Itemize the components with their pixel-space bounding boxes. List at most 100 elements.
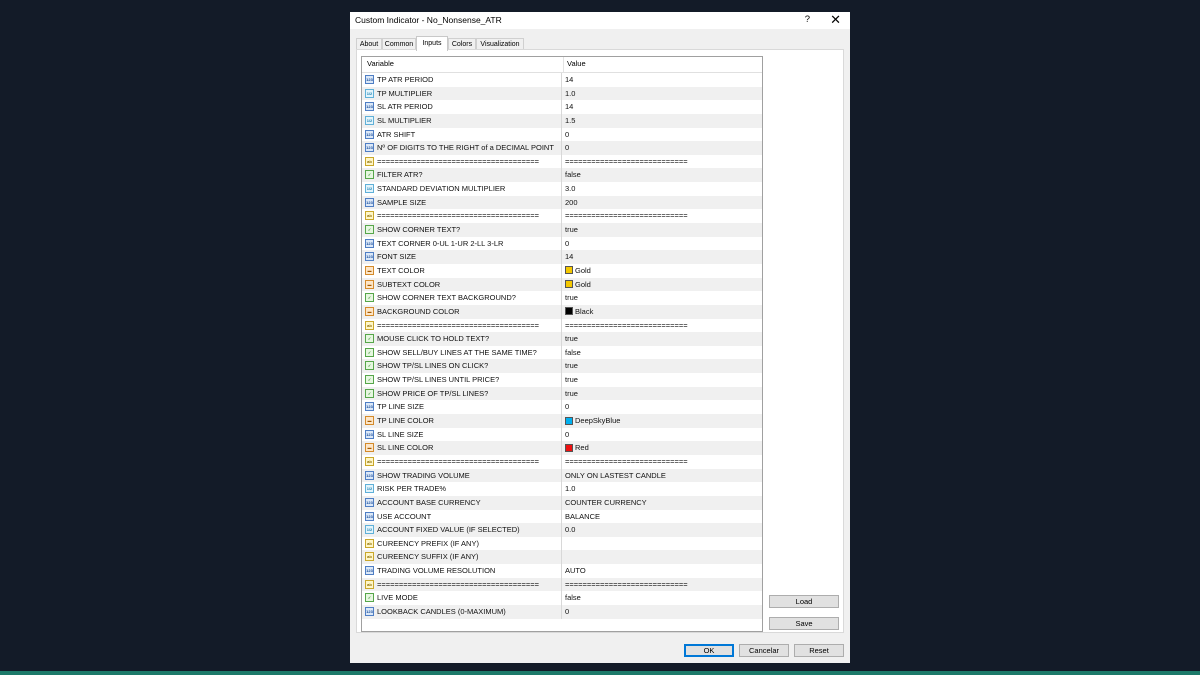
color-type-icon: ▬	[365, 279, 374, 289]
table-row[interactable]: ▬ SL LINE COLOR Red	[362, 441, 762, 455]
table-row[interactable]: 123 ATR SHIFT 0	[362, 127, 762, 142]
table-row[interactable]: ▬ SUBTEXT COLOR Gold	[362, 277, 762, 292]
value-cell[interactable]: ============================	[564, 319, 762, 333]
table-row[interactable]: 123 SL ATR PERIOD 14	[362, 100, 762, 114]
tab-inputs[interactable]: Inputs	[416, 36, 448, 51]
string-type-icon: ab	[365, 456, 374, 466]
table-row[interactable]: 1/2 ACCOUNT FIXED VALUE (IF SELECTED) 0.0	[362, 523, 762, 537]
table-row[interactable]: ab CUREENCY PREFIX (IF ANY)	[362, 536, 762, 551]
value-text: false	[565, 347, 581, 357]
column-divider[interactable]	[563, 57, 564, 72]
value-cell[interactable]: Gold	[564, 264, 762, 278]
table-row[interactable]: ✓ SHOW TP/SL LINES ON CLICK? true	[362, 359, 762, 374]
reset-button[interactable]: Reset	[794, 644, 844, 657]
table-row[interactable]: 1/2 SL MULTIPLIER 1.5	[362, 113, 762, 128]
value-cell[interactable]: 0	[564, 428, 762, 442]
value-cell[interactable]: Black	[564, 305, 762, 319]
table-row[interactable]: ▬ TP LINE COLOR DeepSkyBlue	[362, 414, 762, 428]
value-cell[interactable]: COUNTER CURRENCY	[564, 496, 762, 510]
value-cell[interactable]: false	[564, 591, 762, 605]
value-cell[interactable]: false	[564, 168, 762, 182]
value-cell[interactable]: ONLY ON LASTEST CANDLE	[564, 469, 762, 483]
value-cell[interactable]: AUTO	[564, 564, 762, 578]
value-cell[interactable]: Gold	[564, 278, 762, 292]
table-row[interactable]: ab ===================================== =…	[362, 454, 762, 469]
table-row[interactable]: ✓ SHOW PRICE OF TP/SL LINES? true	[362, 386, 762, 401]
variable-label: TRADING VOLUME RESOLUTION	[377, 566, 496, 576]
value-cell[interactable]: 0.0	[564, 523, 762, 537]
table-row[interactable]: 123 SHOW TRADING VOLUME ONLY ON LASTEST CA…	[362, 468, 762, 483]
value-cell[interactable]: 0	[564, 128, 762, 142]
value-cell[interactable]: ============================	[564, 578, 762, 592]
column-header-variable[interactable]: Variable	[367, 59, 394, 68]
value-cell[interactable]: 0	[564, 237, 762, 251]
table-row[interactable]: ✓ SHOW TP/SL LINES UNTIL PRICE? true	[362, 373, 762, 387]
table-row[interactable]: ✓ LIVE MODE false	[362, 591, 762, 605]
value-cell[interactable]: ============================	[564, 155, 762, 169]
value-cell[interactable]: 14	[564, 100, 762, 114]
ok-button[interactable]: OK	[684, 644, 734, 657]
table-row[interactable]: 123 LOOKBACK CANDLES (0-MAXIMUM) 0	[362, 604, 762, 619]
value-text: 0	[565, 143, 570, 153]
table-row[interactable]: 123 FONT SIZE 14	[362, 250, 762, 264]
table-row[interactable]: ab ===================================== =…	[362, 318, 762, 333]
value-cell[interactable]: true	[564, 223, 762, 237]
table-row[interactable]: ▬ BACKGROUND COLOR Black	[362, 304, 762, 319]
value-cell[interactable]: 0	[564, 141, 762, 155]
integer-type-icon: 123	[365, 129, 374, 139]
table-row[interactable]: ✓ FILTER ATR? false	[362, 168, 762, 183]
save-button[interactable]: Save	[769, 617, 839, 630]
value-cell[interactable]: 1.0	[564, 482, 762, 496]
table-row[interactable]: 1/2 STANDARD DEVIATION MULTIPLIER 3.0	[362, 182, 762, 196]
table-row[interactable]: ✓ MOUSE CLICK TO HOLD TEXT? true	[362, 332, 762, 346]
value-cell[interactable]: true	[564, 359, 762, 373]
value-text: ============================	[565, 320, 688, 330]
value-cell[interactable]: 0	[564, 400, 762, 414]
cancel-button[interactable]: Cancelar	[739, 644, 789, 657]
value-cell[interactable]: ============================	[564, 209, 762, 223]
value-cell[interactable]: Red	[564, 441, 762, 455]
value-cell[interactable]: BALANCE	[564, 510, 762, 524]
value-text: 0	[565, 402, 570, 412]
table-row[interactable]: ▬ TEXT COLOR Gold	[362, 263, 762, 278]
table-row[interactable]: 123 USE ACCOUNT BALANCE	[362, 509, 762, 524]
value-cell[interactable]	[564, 537, 762, 551]
value-cell[interactable]: 3.0	[564, 182, 762, 196]
value-cell[interactable]: true	[564, 291, 762, 305]
table-row[interactable]: ✓ SHOW CORNER TEXT? true	[362, 223, 762, 237]
table-row[interactable]: 123 TP ATR PERIOD 14	[362, 73, 762, 87]
value-cell[interactable]: 0	[564, 605, 762, 619]
value-cell[interactable]: 14	[564, 73, 762, 87]
load-button[interactable]: Load	[769, 595, 839, 608]
value-cell[interactable]: DeepSkyBlue	[564, 414, 762, 428]
table-row[interactable]: 1/2 RISK PER TRADE% 1.0	[362, 482, 762, 496]
value-cell[interactable]: 1.5	[564, 114, 762, 128]
value-cell[interactable]: ============================	[564, 455, 762, 469]
variable-label: SL ATR PERIOD	[377, 102, 433, 112]
table-row[interactable]: 123 SAMPLE SIZE 200	[362, 195, 762, 210]
table-row[interactable]: ab ===================================== =…	[362, 577, 762, 592]
table-row[interactable]: ab ===================================== =…	[362, 209, 762, 224]
value-cell[interactable]: true	[564, 387, 762, 401]
close-button[interactable]: ✕	[830, 12, 841, 28]
table-row[interactable]: ✓ SHOW SELL/BUY LINES AT THE SAME TIME? fa…	[362, 345, 762, 360]
table-row[interactable]: 123 SL LINE SIZE 0	[362, 427, 762, 442]
value-cell[interactable]: 200	[564, 196, 762, 210]
value-cell[interactable]: true	[564, 373, 762, 387]
table-row[interactable]: 123 ACCOUNT BASE CURRENCY COUNTER CURRENCY	[362, 495, 762, 510]
column-header-value[interactable]: Value	[567, 59, 586, 68]
table-row[interactable]: 1/2 TP MULTIPLIER 1.0	[362, 86, 762, 101]
value-cell[interactable]: true	[564, 332, 762, 346]
value-cell[interactable]: 14	[564, 250, 762, 264]
value-cell[interactable]	[564, 550, 762, 564]
table-row[interactable]: ✓ SHOW CORNER TEXT BACKGROUND? true	[362, 291, 762, 305]
table-row[interactable]: 123 TRADING VOLUME RESOLUTION AUTO	[362, 564, 762, 578]
table-row[interactable]: 123 TP LINE SIZE 0	[362, 400, 762, 415]
table-row[interactable]: ab ===================================== =…	[362, 154, 762, 169]
value-cell[interactable]: false	[564, 346, 762, 360]
value-cell[interactable]: 1.0	[564, 87, 762, 101]
table-row[interactable]: ab CUREENCY SUFFIX (IF ANY)	[362, 550, 762, 565]
table-row[interactable]: 123 TEXT CORNER 0-UL 1-UR 2-LL 3-LR 0	[362, 236, 762, 251]
help-button[interactable]: ?	[805, 14, 810, 25]
table-row[interactable]: 123 Nº OF DIGITS TO THE RIGHT of a DECIMA…	[362, 141, 762, 155]
